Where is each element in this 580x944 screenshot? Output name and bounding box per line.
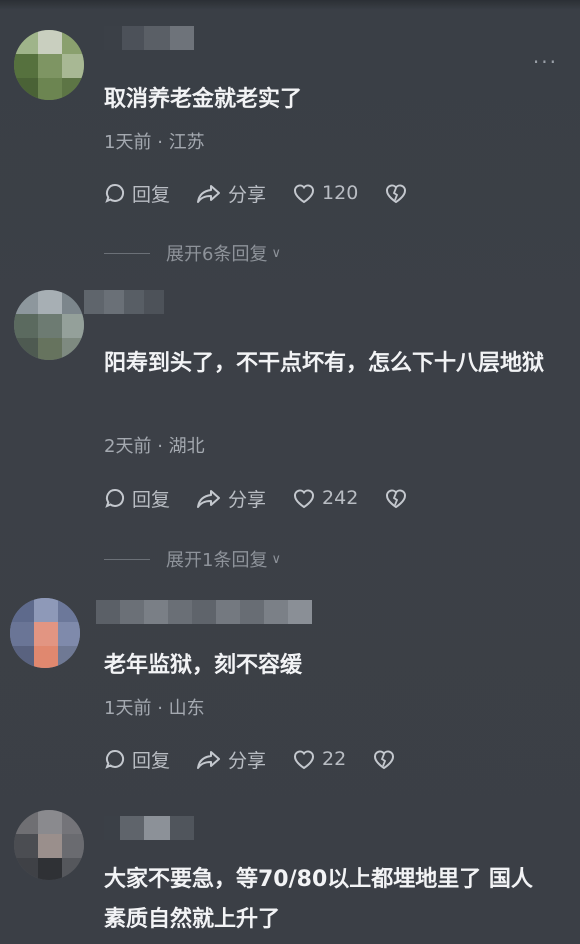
reply-button[interactable]: 回复 bbox=[104, 180, 170, 207]
share-button[interactable]: 分享 bbox=[196, 180, 266, 207]
dislike-button[interactable] bbox=[384, 182, 414, 204]
avatar[interactable] bbox=[14, 810, 84, 880]
expand-replies[interactable]: 展开1条回复 ∨ bbox=[104, 546, 281, 572]
reply-label: 回复 bbox=[132, 183, 171, 206]
comment-text: 老年监狱，刻不容缓 bbox=[104, 653, 303, 678]
divider-line bbox=[104, 558, 150, 560]
comment-date: 2天前 bbox=[104, 436, 152, 457]
like-count: 120 bbox=[322, 182, 359, 204]
comment-actions: 回复 分享 120 bbox=[104, 178, 440, 208]
top-fade bbox=[0, 0, 580, 10]
comment-meta: 1天前 · 江苏 bbox=[104, 128, 205, 154]
heart-icon bbox=[294, 489, 315, 509]
more-dots-icon[interactable]: ··· bbox=[533, 50, 558, 74]
heart-icon bbox=[294, 184, 315, 204]
like-button[interactable]: 242 bbox=[292, 487, 358, 509]
reply-icon bbox=[105, 183, 124, 203]
username-blurred[interactable] bbox=[84, 290, 164, 314]
broken-heart-icon bbox=[374, 750, 395, 770]
reply-label: 回复 bbox=[132, 749, 171, 772]
like-button[interactable]: 22 bbox=[292, 748, 346, 770]
reply-label: 回复 bbox=[132, 488, 171, 511]
dislike-button[interactable] bbox=[384, 487, 414, 509]
comment-location: 山东 bbox=[168, 698, 205, 719]
comment-actions: 回复 分享 242 bbox=[104, 483, 440, 513]
share-label: 分享 bbox=[228, 183, 267, 206]
share-button[interactable]: 分享 bbox=[196, 485, 266, 512]
like-button[interactable]: 120 bbox=[292, 182, 358, 204]
username-blurred[interactable] bbox=[104, 816, 194, 840]
comment-actions: 回复 分享 22 bbox=[104, 744, 428, 774]
share-icon bbox=[197, 490, 221, 508]
reply-icon bbox=[105, 488, 124, 508]
divider-line bbox=[104, 252, 150, 254]
comment-date: 1天前 bbox=[104, 132, 152, 153]
meta-separator: · bbox=[157, 132, 163, 153]
comment-location: 江苏 bbox=[168, 132, 205, 153]
chevron-down-icon: ∨ bbox=[271, 245, 281, 261]
heart-icon bbox=[294, 750, 315, 770]
comment-meta: 2天前 · 湖北 bbox=[104, 432, 205, 458]
avatar[interactable] bbox=[10, 598, 80, 668]
expand-label: 展开1条回复 bbox=[166, 550, 268, 571]
broken-heart-icon bbox=[386, 489, 407, 509]
comment-date: 1天前 bbox=[104, 698, 152, 719]
broken-heart-icon bbox=[386, 184, 407, 204]
share-label: 分享 bbox=[228, 749, 267, 772]
expand-replies[interactable]: 展开6条回复 ∨ bbox=[104, 240, 281, 266]
reply-icon bbox=[105, 749, 124, 769]
comment-text: 取消养老金就老实了 bbox=[104, 87, 303, 112]
avatar[interactable] bbox=[14, 30, 84, 100]
like-count: 242 bbox=[322, 487, 359, 509]
username-blurred[interactable] bbox=[104, 26, 194, 50]
share-icon bbox=[197, 185, 221, 203]
share-label: 分享 bbox=[228, 488, 267, 511]
username-blurred[interactable] bbox=[96, 600, 312, 624]
chevron-down-icon: ∨ bbox=[271, 551, 281, 567]
comment-location: 湖北 bbox=[168, 436, 205, 457]
expand-label: 展开6条回复 bbox=[166, 244, 268, 265]
reply-button[interactable]: 回复 bbox=[104, 485, 170, 512]
reply-button[interactable]: 回复 bbox=[104, 746, 170, 773]
meta-separator: · bbox=[157, 698, 163, 719]
comment-text: 大家不要急，等70/80以上都埋地里了 国人素质自然就上升了 bbox=[104, 867, 533, 932]
share-button[interactable]: 分享 bbox=[196, 746, 266, 773]
share-icon bbox=[197, 751, 221, 769]
dislike-button[interactable] bbox=[372, 748, 402, 770]
avatar[interactable] bbox=[14, 290, 84, 360]
comment-text: 阳寿到头了，不干点坏有，怎么下十八层地狱 bbox=[104, 351, 545, 376]
comment-meta: 1天前 · 山东 bbox=[104, 694, 205, 720]
meta-separator: · bbox=[157, 436, 163, 457]
like-count: 22 bbox=[322, 748, 347, 770]
